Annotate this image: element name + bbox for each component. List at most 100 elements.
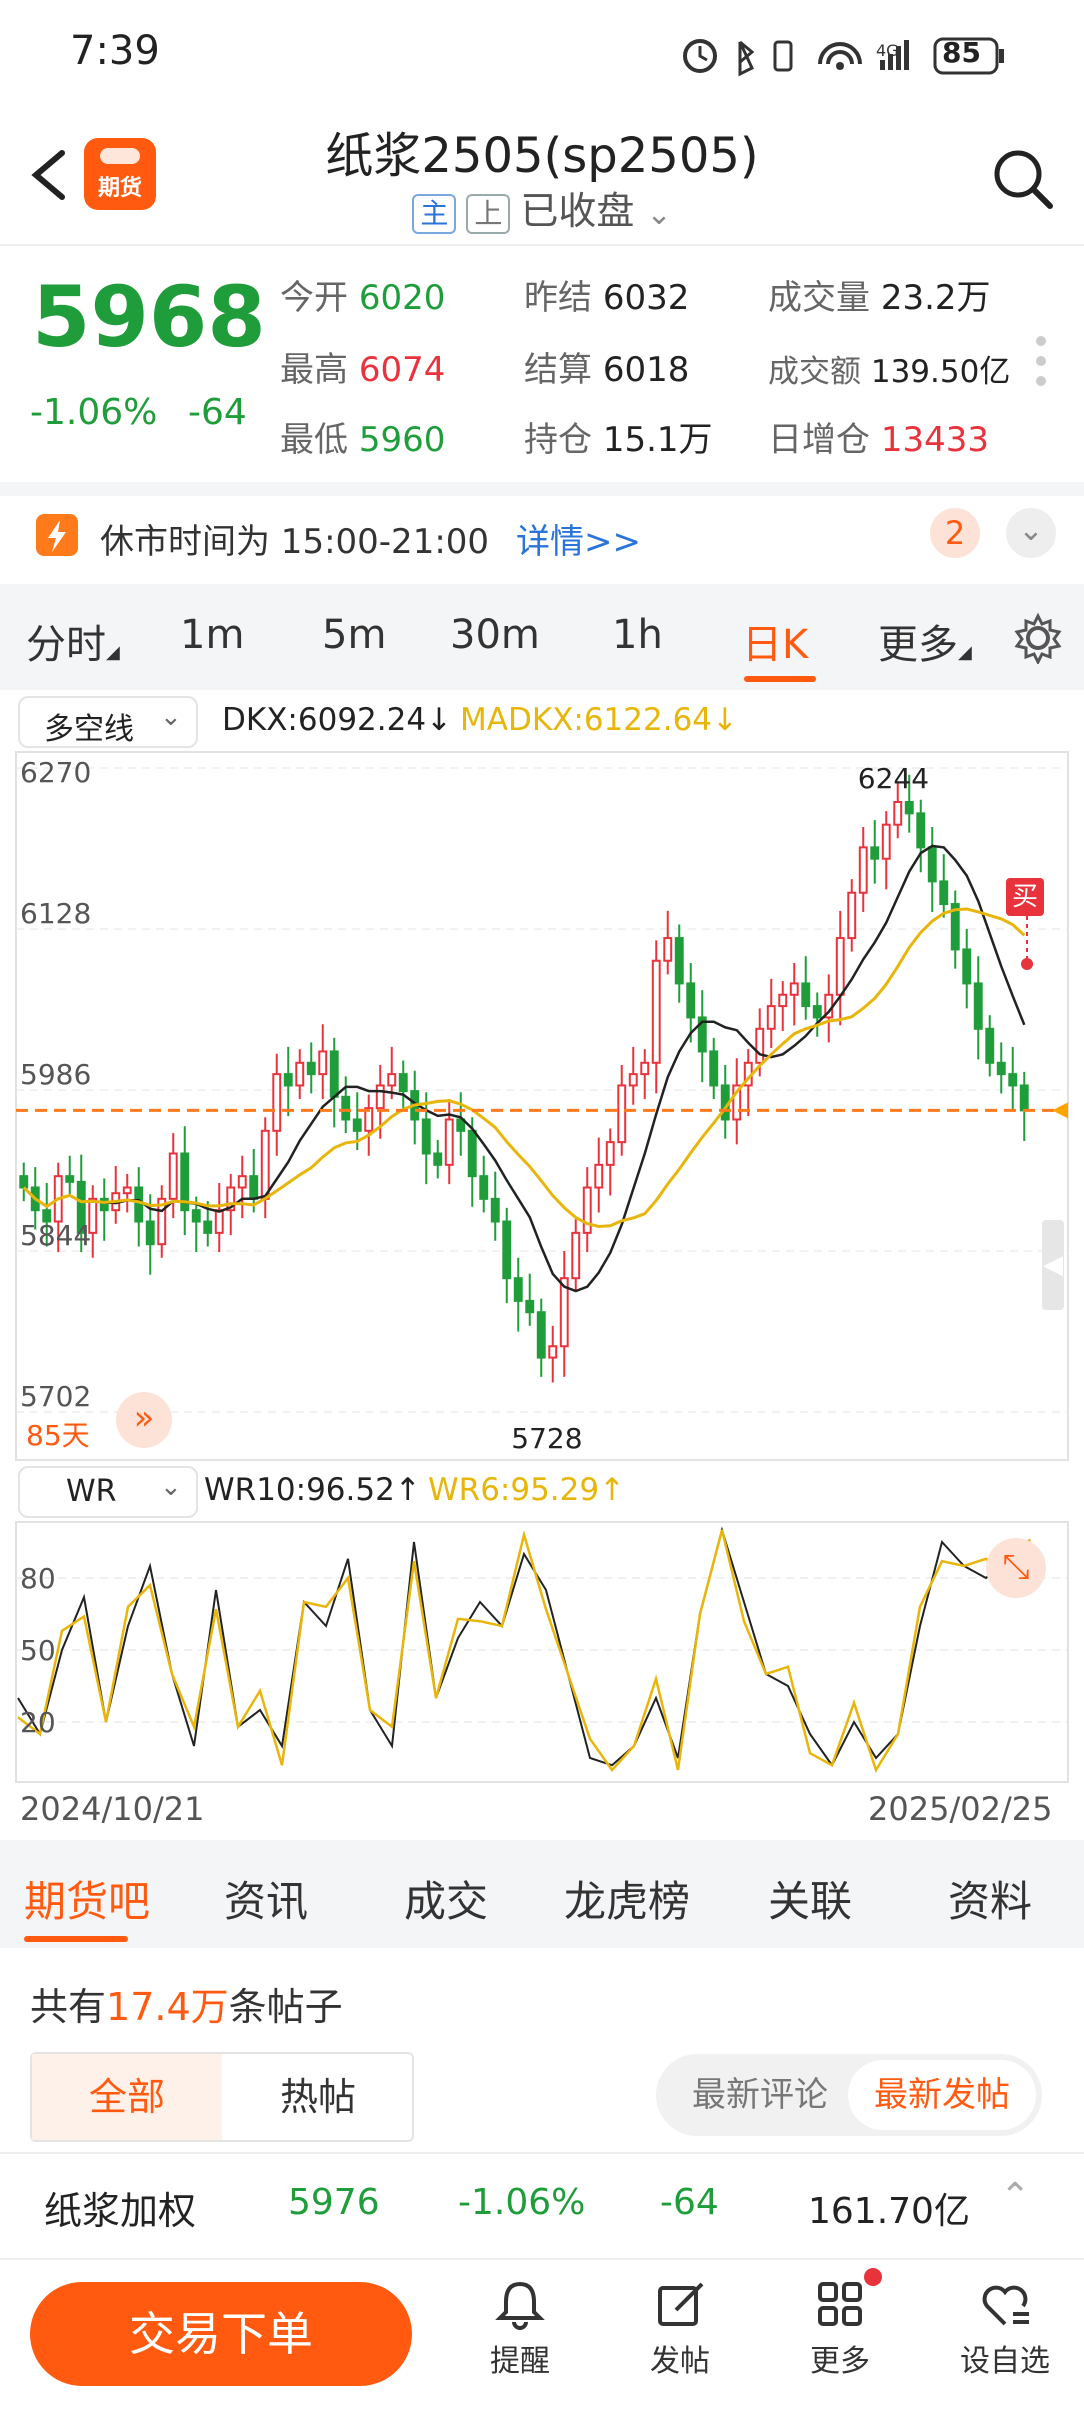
sort-latest-post[interactable]: 最新发帖: [848, 2060, 1036, 2130]
high-value: 6074: [358, 350, 446, 390]
candle-body: [812, 1005, 822, 1019]
candle-body: [835, 937, 845, 996]
chart-collapse-handle[interactable]: ◀: [1042, 1220, 1064, 1310]
remind-button[interactable]: 提醒: [470, 2276, 570, 2380]
candle-body: [134, 1186, 144, 1223]
prev-settle-value: 6032: [602, 278, 690, 318]
fast-forward-icon[interactable]: »: [116, 1392, 172, 1448]
candle-body: [881, 823, 891, 860]
wr-tick-label: 20: [20, 1706, 56, 1739]
post-button[interactable]: 发帖: [630, 2276, 730, 2380]
exchange-badge: 上: [466, 193, 511, 234]
candle-body: [904, 801, 914, 815]
candle-body: [628, 1073, 638, 1087]
change-value: -64: [188, 392, 247, 433]
wr-chart[interactable]: 80 50 20: [0, 1520, 1084, 1784]
open-label: 今开: [280, 278, 348, 318]
page-title: 纸浆2505(sp2505): [325, 128, 759, 184]
candle-body: [433, 1152, 443, 1166]
y-tick-label: 6270: [20, 756, 91, 789]
candle-body: [352, 1118, 362, 1132]
notice-details-link[interactable]: 详情>>: [516, 514, 641, 563]
wr-tick-label: 50: [20, 1634, 56, 1667]
section-gap: [0, 482, 1084, 496]
buy-signal-badge[interactable]: 买: [1006, 878, 1044, 916]
period-tab-daily[interactable]: 日K: [742, 612, 808, 670]
prev-settle-label: 昨结: [524, 278, 592, 318]
sort-latest-comment[interactable]: 最新评论: [670, 2054, 850, 2136]
status-bar: 7:39 4G 85: [0, 0, 1084, 110]
open-value: 6020: [358, 278, 446, 318]
section-tab-trades[interactable]: 成交: [404, 1868, 488, 1929]
remind-label: 提醒: [490, 2344, 550, 2379]
expand-arrows-icon[interactable]: ⤡: [986, 1538, 1046, 1598]
wr-frame: [15, 1521, 1069, 1783]
lightning-icon: [36, 514, 78, 556]
wr10-line: [17, 1526, 1031, 1768]
open-interest-label: 持仓: [524, 420, 592, 460]
candle-body: [617, 1084, 627, 1144]
candle-body: [755, 1027, 765, 1064]
period-tab-1h[interactable]: 1h: [612, 612, 663, 658]
chart-low-label: 5728: [511, 1422, 582, 1455]
candle-body: [778, 993, 788, 1008]
period-tab-1m[interactable]: 1m: [180, 612, 244, 658]
candle-body: [444, 1118, 454, 1166]
candle-body: [640, 1061, 650, 1076]
add-watchlist-label: 设自选: [960, 2344, 1050, 2379]
period-tab-30m[interactable]: 30m: [450, 612, 540, 658]
chevron-up-icon[interactable]: ⌃: [1000, 2176, 1030, 2217]
notification-dot: [864, 2268, 882, 2286]
add-watchlist-button[interactable]: 设自选: [950, 2276, 1060, 2380]
candle-body: [191, 1209, 201, 1223]
section-tab-related[interactable]: 关联: [768, 1868, 852, 1929]
more-button[interactable]: 更多: [790, 2276, 890, 2380]
section-tab-ranking[interactable]: 龙虎榜: [564, 1868, 690, 1929]
wr-select[interactable]: WR ⌄: [18, 1466, 198, 1518]
wr-select-label: WR: [66, 1474, 117, 1509]
candle-body: [479, 1175, 489, 1200]
candle-body: [1019, 1084, 1029, 1112]
search-icon[interactable]: [990, 146, 1056, 212]
candle-body: [985, 1027, 995, 1064]
section-tab-news[interactable]: 资讯: [224, 1868, 308, 1929]
candle-body: [686, 982, 696, 1019]
notice-count-badge[interactable]: 2: [930, 508, 980, 558]
candle-body: [272, 1073, 282, 1132]
candle-body: [398, 1073, 408, 1093]
turnover-label: 成交额: [768, 354, 861, 390]
filter-all-button[interactable]: 全部: [32, 2054, 222, 2140]
edit-icon: [658, 2282, 704, 2326]
turnover: 成交额 139.50亿: [768, 346, 1010, 391]
more-dots-icon[interactable]: [1036, 336, 1046, 386]
filter-hot-button[interactable]: 热帖: [224, 2054, 412, 2140]
candle-body: [663, 937, 673, 962]
candlestick-chart[interactable]: 6270 6128 5986 5844 5702 6244 5728: [0, 750, 1084, 1462]
indicator-select[interactable]: 多空线 ⌄: [18, 696, 198, 748]
related-change: -64: [660, 2182, 719, 2223]
candle-body: [939, 880, 949, 906]
period-tab-fenshi[interactable]: 分时◢: [26, 612, 120, 670]
related-contract-row[interactable]: 纸浆加权 5976 -1.06% -64 161.70亿 ⌃: [0, 2152, 1084, 2260]
period-tab-5m[interactable]: 5m: [322, 612, 386, 658]
prev-settle: 昨结 6032: [524, 270, 689, 319]
notice-text: 休市时间为 15:00-21:00: [100, 522, 490, 562]
low: 最低 5960: [280, 412, 445, 461]
notice-expand-icon[interactable]: ⌄: [1006, 508, 1056, 558]
wr-tick-label: 80: [20, 1562, 56, 1595]
settle-label: 结算: [524, 350, 592, 390]
y-tick-label: 6128: [20, 897, 91, 930]
candle-body: [65, 1175, 75, 1183]
open-interest-value: 15.1万: [602, 420, 713, 460]
settle: 结算 6018: [524, 342, 689, 391]
period-tab-more[interactable]: 更多◢: [878, 612, 972, 670]
trade-order-button[interactable]: 交易下单: [30, 2282, 412, 2386]
candle-body: [214, 1209, 224, 1234]
section-tab-forum[interactable]: 期货吧: [24, 1868, 150, 1929]
wr6-value: WR6:95.29↑: [428, 1472, 626, 1508]
section-tab-profile[interactable]: 资料: [948, 1868, 1032, 1929]
gear-icon[interactable]: [1012, 612, 1064, 664]
candle-body: [927, 846, 937, 883]
market-status[interactable]: 主上已收盘 ⌄: [0, 180, 1084, 235]
chart-start-date: 2024/10/21: [20, 1790, 205, 1828]
